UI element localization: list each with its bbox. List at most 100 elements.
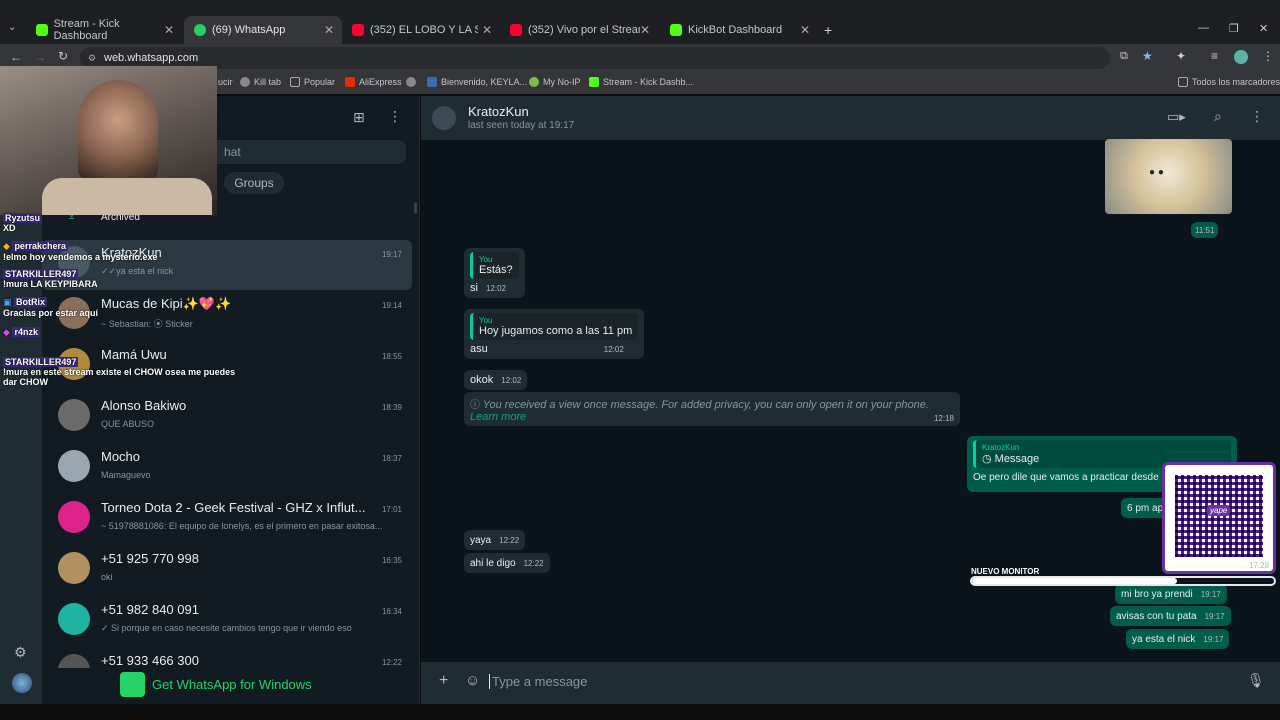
minimize-icon[interactable]: —	[1198, 22, 1209, 34]
close-tab-icon[interactable]: ✕	[164, 23, 174, 37]
message-bubble[interactable]: ya esta el nick 19:17	[1126, 629, 1230, 649]
tab-whatsapp[interactable]: (69) WhatsApp ✕	[184, 16, 342, 44]
bookmark-unnamed[interactable]	[406, 77, 420, 87]
bookmark-star-icon[interactable]: ★	[1142, 49, 1153, 63]
tab-youtube-lobo[interactable]: (352) EL LOBO Y LA SOCIED... ✕	[342, 18, 500, 42]
quote-author: You	[479, 255, 493, 264]
webcam-person	[78, 80, 158, 180]
quote-author: KratozKun	[982, 443, 1020, 452]
msg-time: 12:02	[603, 345, 624, 354]
url-input[interactable]: ⚙ web.whatsapp.com	[80, 47, 1110, 69]
bookmark-label: Todos los marcadores	[1192, 77, 1280, 87]
filter-groups[interactable]: Groups	[224, 172, 284, 194]
site-icon	[427, 77, 437, 87]
message-input[interactable]: Type a message	[489, 674, 587, 689]
quoted-message[interactable]: You Estás?	[470, 252, 519, 279]
close-tab-icon[interactable]: ✕	[800, 23, 810, 37]
monitor-progress-fill	[972, 578, 1178, 584]
chat-item-torneo-dota[interactable]: Torneo Dota 2 - Geek Festival - GHZ x In…	[42, 495, 412, 545]
chat-time: 18:39	[381, 403, 402, 412]
emoji-icon[interactable]: ☺	[465, 672, 480, 689]
back-icon[interactable]: ←	[10, 50, 22, 64]
chat-item-51982840091[interactable]: +51 982 840 091 16:34 ✓ Si porque en cas…	[42, 597, 412, 647]
message-bubble[interactable]: You Estás? si 12:02	[464, 248, 525, 298]
restore-icon[interactable]: ❐	[1229, 22, 1239, 35]
chat-user: Ryzutsu	[3, 213, 43, 223]
close-tab-icon[interactable]: ✕	[640, 23, 650, 37]
chat-name: Mocho	[101, 449, 141, 464]
bookmark-stream-kick[interactable]: Stream - Kick Dashb...	[589, 77, 693, 87]
chat-item-alonso-bakiwo[interactable]: Alonso Bakiwo 18:39 QUE ABUSO	[42, 393, 412, 443]
yape-qr-code: yape 17:28	[1162, 462, 1276, 574]
tab-youtube-streaming[interactable]: (352) Vivo por el Streaming - Yo ✕	[500, 18, 658, 42]
bookmark-aliexpress[interactable]: AliExpress	[345, 77, 402, 87]
chat-user: STARKILLER497	[3, 269, 79, 279]
tab-title: (352) EL LOBO Y LA SOCIED...	[370, 24, 478, 36]
msg-text: okok	[470, 374, 494, 386]
message-bubble[interactable]: avisas con tu pata 19:17	[1110, 606, 1231, 626]
browser-tab-strip: ⌄ Stream - Kick Dashboard ✕ (69) WhatsAp…	[0, 0, 1280, 44]
attach-icon[interactable]: +	[439, 672, 448, 690]
forward-icon[interactable]: →	[34, 50, 46, 64]
chat-item-51925770998[interactable]: +51 925 770 998 16:35 oki	[42, 546, 412, 596]
chat-item-51933466300[interactable]: +51 933 466 300 12:22	[42, 648, 412, 668]
settings-icon[interactable]: ⚙	[14, 644, 27, 661]
chat-item-mocho[interactable]: Mocho 18:37 Mamaguevo	[42, 444, 412, 494]
message-bubble[interactable]: okok 12:02	[464, 370, 528, 390]
msg-time: 12:22	[499, 536, 520, 545]
menu-icon[interactable]: ⋮	[388, 108, 402, 125]
image-message[interactable]: ● ●	[1105, 139, 1232, 214]
mic-icon[interactable]: 🎙	[1247, 672, 1265, 689]
media-control-icon[interactable]: ≡	[1211, 49, 1218, 63]
all-bookmarks[interactable]: Todos los marcadores	[1178, 77, 1280, 87]
chat-text: XD	[3, 223, 16, 233]
extensions-icon[interactable]: ✦	[1176, 49, 1186, 63]
learn-more-link[interactable]: Learn more	[470, 411, 526, 423]
search-icon[interactable]: ⌕	[1214, 108, 1222, 125]
new-tab-icon[interactable]: +	[824, 22, 832, 38]
scrollbar[interactable]	[414, 202, 417, 214]
bookmark-bienvenido[interactable]: Bienvenido, KEYLA...	[427, 77, 527, 87]
message-bubble[interactable]: ahi le digo 12:22	[464, 553, 550, 573]
tab-title: KickBot Dashboard	[688, 24, 783, 36]
browser-menu-icon[interactable]: ⋮	[1262, 49, 1274, 63]
view-once-notice[interactable]: ⓘ You received a view once message. For …	[464, 392, 960, 426]
quoted-message[interactable]: You Hoy jugamos como a las 11 pm	[470, 313, 639, 340]
stream-chat-line: STARKILLER497 !mura en este stream exist…	[3, 357, 239, 387]
tab-search-icon[interactable]: ⌄	[8, 22, 16, 33]
avatar	[58, 603, 90, 635]
reload-icon[interactable]: ↻	[58, 49, 68, 63]
msg-time: 12:02	[485, 284, 506, 293]
message-bubble[interactable]: mi bro ya prendi 19:17	[1115, 584, 1227, 604]
install-app-icon[interactable]: ⧉	[1120, 50, 1128, 63]
profile-avatar[interactable]	[12, 673, 32, 693]
msg-text: si	[470, 282, 478, 294]
contact-avatar[interactable]	[432, 106, 456, 130]
tab-kickbot-dashboard[interactable]: KickBot Dashboard ✕	[660, 18, 818, 42]
conversation-header[interactable]: KratozKun last seen today at 19:17 ▭▸ ⌕ …	[421, 96, 1280, 140]
bookmark-popular[interactable]: Popular	[290, 77, 335, 87]
stream-chat-line: ◆ perrakchera !elmo hoy vendemos a myste…	[3, 241, 158, 262]
tab-kick-dashboard[interactable]: Stream - Kick Dashboard ✕	[26, 18, 182, 42]
chat-time: 18:37	[381, 454, 402, 463]
close-tab-icon[interactable]: ✕	[324, 23, 334, 37]
message-bubble[interactable]: yaya 12:22	[464, 530, 526, 550]
bookmark-cut-label[interactable]: ucir	[218, 77, 233, 87]
dog-eyes: ● ●	[1149, 167, 1164, 178]
bookmark-label: Popular	[304, 77, 336, 87]
video-call-icon[interactable]: ▭▸	[1167, 109, 1186, 125]
profile-avatar[interactable]	[1234, 50, 1248, 64]
close-window-icon[interactable]: ✕	[1259, 22, 1268, 35]
no-ip-icon	[529, 77, 539, 87]
msg-text: ahi le digo	[470, 558, 516, 569]
bookmark-kill-tab[interactable]: Kill tab	[240, 77, 281, 87]
msg-text: asu	[470, 343, 488, 355]
get-whatsapp-banner[interactable]: Get WhatsApp for Windows	[42, 668, 419, 704]
bookmark-no-ip[interactable]: My No-IP	[529, 77, 581, 87]
new-chat-icon[interactable]: ⊞	[353, 109, 365, 126]
menu-icon[interactable]: ⋮	[1250, 108, 1264, 125]
close-tab-icon[interactable]: ✕	[482, 23, 492, 37]
message-bubble[interactable]: You Hoy jugamos como a las 11 pm asu 12:0…	[464, 309, 645, 359]
msg-text: ya esta el nick	[1132, 634, 1196, 645]
folder-icon	[290, 77, 300, 87]
